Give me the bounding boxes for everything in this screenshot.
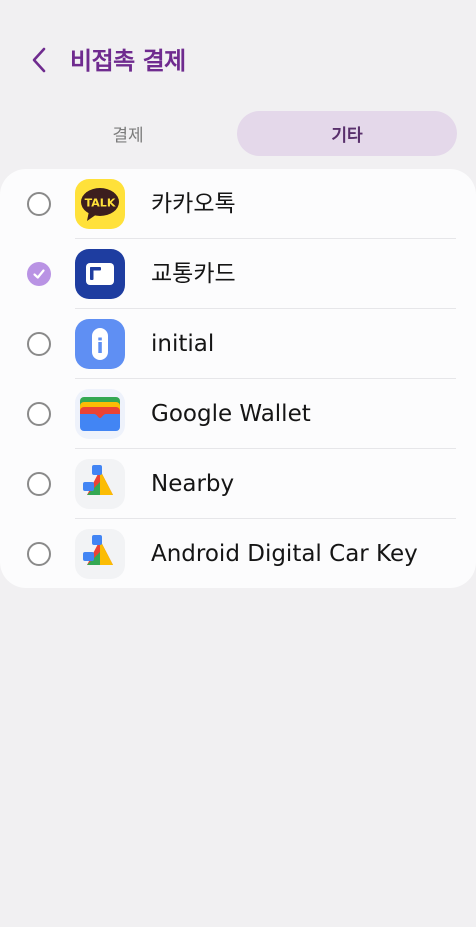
app-label: initial (151, 331, 215, 357)
radio-button[interactable] (27, 542, 51, 566)
app-label: Nearby (151, 471, 235, 497)
tab-other-label: 기타 (331, 126, 363, 146)
back-button[interactable] (22, 42, 56, 78)
tab-other[interactable]: 기타 (237, 111, 457, 156)
radio-button[interactable] (27, 332, 51, 356)
page-title: 비접촉 결제 (70, 47, 186, 75)
list-item-transit-card[interactable]: 교통카드 (0, 239, 476, 309)
play-services-icon (75, 529, 125, 579)
tab-payment-label: 결제 (112, 126, 144, 146)
kakaotalk-icon: TALK (75, 179, 125, 229)
radio-button[interactable] (27, 402, 51, 426)
chevron-left-icon (32, 47, 46, 73)
radio-button-checked[interactable] (27, 262, 51, 286)
tab-payment[interactable]: 결제 (20, 111, 236, 156)
app-list-card: TALK 카카오톡 교통카드 i initial Google Wallet N… (0, 169, 476, 588)
transit-card-icon (75, 249, 125, 299)
app-label: 카카오톡 (151, 191, 236, 217)
list-item-nearby[interactable]: Nearby (0, 449, 476, 519)
play-services-icon (75, 459, 125, 509)
info-icon: i (75, 319, 125, 369)
header: 비접촉 결제 (0, 0, 476, 110)
list-item-kakaotalk[interactable]: TALK 카카오톡 (0, 169, 476, 239)
app-label: Android Digital Car Key (151, 541, 418, 567)
list-item-google-wallet[interactable]: Google Wallet (0, 379, 476, 449)
radio-button[interactable] (27, 472, 51, 496)
app-label: 교통카드 (151, 261, 236, 287)
radio-button[interactable] (27, 192, 51, 216)
app-label: Google Wallet (151, 401, 311, 427)
kakaotalk-icon-text: TALK (85, 197, 116, 210)
google-wallet-icon (75, 389, 125, 439)
list-item-initial[interactable]: i initial (0, 309, 476, 379)
info-icon-text: i (97, 334, 104, 358)
list-item-digital-car-key[interactable]: Android Digital Car Key (0, 519, 476, 588)
checkmark-icon (33, 269, 45, 279)
tab-bar: 결제 기타 (20, 111, 457, 156)
